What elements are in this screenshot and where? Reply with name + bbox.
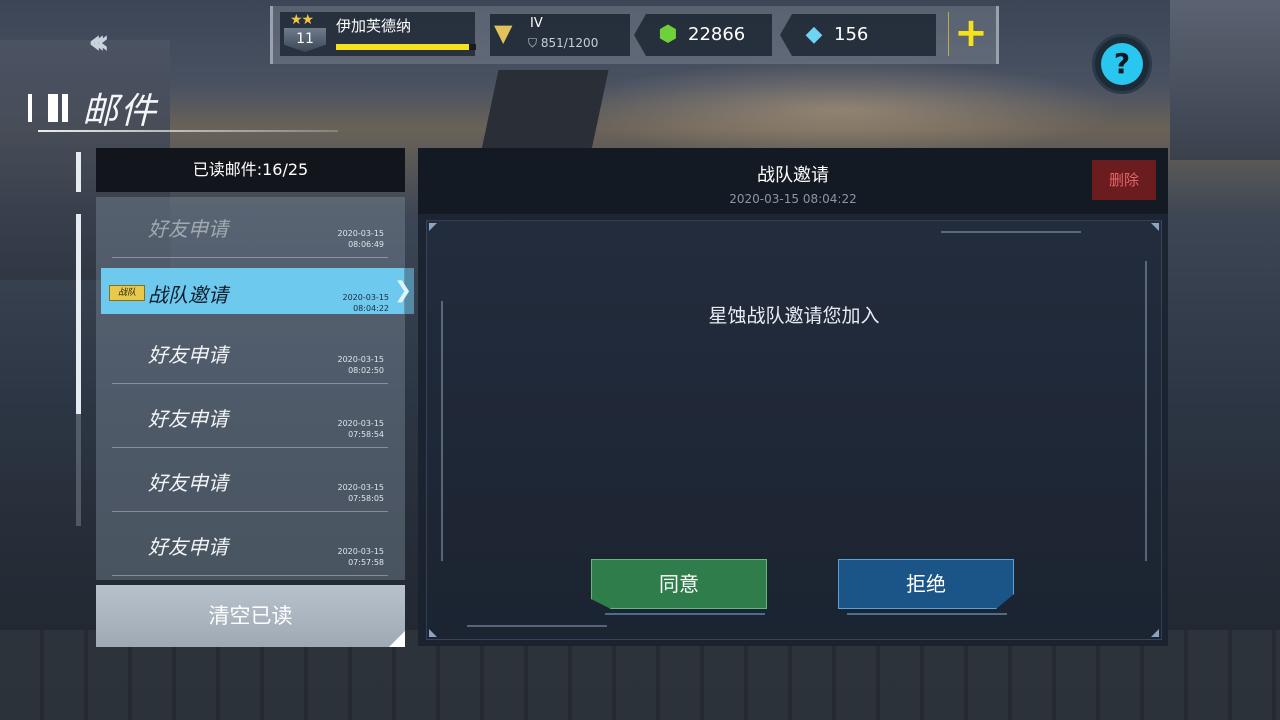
plus-icon: + <box>954 10 988 56</box>
mail-timestamp: 2020-03-15 08:04:22 <box>343 292 390 314</box>
mail-timestamp: 2020-03-15 07:58:05 <box>338 482 385 504</box>
list-scrollbar-thumb[interactable] <box>76 214 81 414</box>
mail-time: 08:04:22 <box>353 304 389 313</box>
mail-item[interactable]: 好友申请 2020-03-15 07:57:58 <box>112 515 388 576</box>
page-header: 邮件 <box>28 82 338 136</box>
mail-time: 07:58:54 <box>348 430 384 439</box>
tier-info[interactable]: ▼ IV ⛉ 851/1200 <box>490 14 630 56</box>
mail-timestamp: 2020-03-15 08:02:50 <box>338 354 385 376</box>
corner-notch <box>389 631 405 647</box>
back-button[interactable]: ‹‹‹ <box>88 24 148 60</box>
green-crystal-icon: ⬢ <box>658 22 678 47</box>
xp-bar <box>336 44 476 50</box>
list-scrollbar[interactable] <box>76 214 81 526</box>
delete-button[interactable]: 删除 <box>1092 160 1156 200</box>
edge-decoration <box>441 301 443 561</box>
mail-title: 好友申请 <box>148 217 228 241</box>
corner-decoration <box>429 223 437 231</box>
mail-item-selected[interactable]: 战队 战队邀请 2020-03-15 08:04:22 <box>101 268 404 314</box>
mail-item[interactable]: 好友申请 2020-03-15 08:02:50 <box>112 323 388 384</box>
mail-title: 好友申请 <box>148 471 228 495</box>
header-marker <box>76 152 81 192</box>
sky-glow <box>560 60 1120 160</box>
rank-stars-icon: ★★ <box>290 12 314 28</box>
player-name: 伊加芙德纳 <box>336 17 412 35</box>
diamond-icon: ◆ <box>805 22 823 47</box>
mail-date: 2020-03-15 <box>337 483 385 492</box>
mail-detail-panel: 战队邀请 2020-03-15 08:04:22 删除 星蚀战队邀请您加入 同意… <box>418 148 1168 646</box>
green-currency-value: 22866 <box>688 24 746 45</box>
edge-decoration <box>467 625 607 627</box>
mail-time: 07:57:58 <box>348 558 384 567</box>
edge-decoration <box>941 231 1081 233</box>
corner-decoration <box>429 629 437 637</box>
title-bars-icon <box>28 94 72 122</box>
mail-detail-body: 星蚀战队邀请您加入 同意 拒绝 <box>426 220 1162 640</box>
winged-rank-emblem-icon: ▼ <box>494 19 513 47</box>
gem-currency-value: 156 <box>834 24 869 45</box>
mail-item[interactable]: 好友申请 2020-03-15 07:58:54 <box>112 387 388 448</box>
mail-date: 2020-03-15 <box>342 293 390 302</box>
mail-item[interactable]: 好友申请 2020-03-15 07:58:05 <box>112 451 388 512</box>
mail-list[interactable]: 好友申请 2020-03-15 08:06:49 战队 战队邀请 2020-03… <box>96 197 405 580</box>
green-currency[interactable]: ⬢ 22866 <box>634 14 772 56</box>
button-underline <box>605 613 765 615</box>
mail-item[interactable]: 好友申请 2020-03-15 08:06:49 <box>112 197 388 258</box>
mail-date: 2020-03-15 <box>337 547 385 556</box>
gem-currency[interactable]: ◆ 156 <box>780 14 936 56</box>
triple-chevron-left-icon: ‹‹‹ <box>88 22 110 62</box>
page-title: 邮件 <box>82 91 159 132</box>
mail-detail-header: 战队邀请 2020-03-15 08:04:22 删除 <box>418 148 1168 214</box>
mail-detail-title: 战队邀请 <box>757 165 829 186</box>
xp-bar-fill <box>336 44 469 50</box>
player-info[interactable]: ★★ 11 伊加芙德纳 <box>280 12 476 56</box>
title-underline <box>38 130 338 132</box>
accept-button[interactable]: 同意 <box>591 559 767 609</box>
mail-time: 08:02:50 <box>348 366 384 375</box>
mail-title: 好友申请 <box>148 343 228 367</box>
chevron-right-icon: ❯ <box>392 268 414 314</box>
button-underline <box>847 613 1007 615</box>
corner-decoration <box>1151 223 1159 231</box>
top-status-bar: ★★ 11 伊加芙德纳 ▼ IV ⛉ 851/1200 ⬢ 22866 ◆ 15… <box>262 6 1007 64</box>
mail-date: 2020-03-15 <box>337 355 385 364</box>
question-icon: ? <box>1101 43 1143 85</box>
reject-button[interactable]: 拒绝 <box>838 559 1014 609</box>
mail-timestamp: 2020-03-15 07:57:58 <box>338 546 385 568</box>
mail-time: 08:06:49 <box>348 240 384 249</box>
mail-detail-datetime: 2020-03-15 08:04:22 <box>729 192 857 206</box>
clear-read-label: 清空已读 <box>208 604 293 628</box>
mail-timestamp: 2020-03-15 07:58:54 <box>338 418 385 440</box>
team-badge: 战队 <box>109 285 145 301</box>
wrecked-mech <box>481 70 609 150</box>
clear-read-button[interactable]: 清空已读 <box>96 585 405 647</box>
shield-icon: ⛉ <box>528 36 538 50</box>
tier-progress-value: 851/1200 <box>540 36 599 50</box>
tier-progress: ⛉ 851/1200 <box>528 36 598 51</box>
level-badge: 11 <box>284 28 326 52</box>
help-button[interactable]: ? <box>1092 34 1152 94</box>
mail-date: 2020-03-15 <box>337 229 385 238</box>
mail-date: 2020-03-15 <box>337 419 385 428</box>
mail-title: 好友申请 <box>148 407 228 431</box>
mail-title: 战队邀请 <box>148 283 228 307</box>
mail-message: 星蚀战队邀请您加入 <box>708 305 880 327</box>
mail-title: 好友申请 <box>148 535 228 559</box>
tier-label: IV <box>530 16 543 31</box>
read-mail-counter: 已读邮件:16/25 <box>96 148 405 192</box>
corner-decoration <box>1151 629 1159 637</box>
mail-time: 07:58:05 <box>348 494 384 503</box>
ruin-building-right <box>1170 0 1280 160</box>
mail-timestamp: 2020-03-15 08:06:49 <box>338 228 385 250</box>
add-currency-button[interactable]: + <box>948 12 993 56</box>
